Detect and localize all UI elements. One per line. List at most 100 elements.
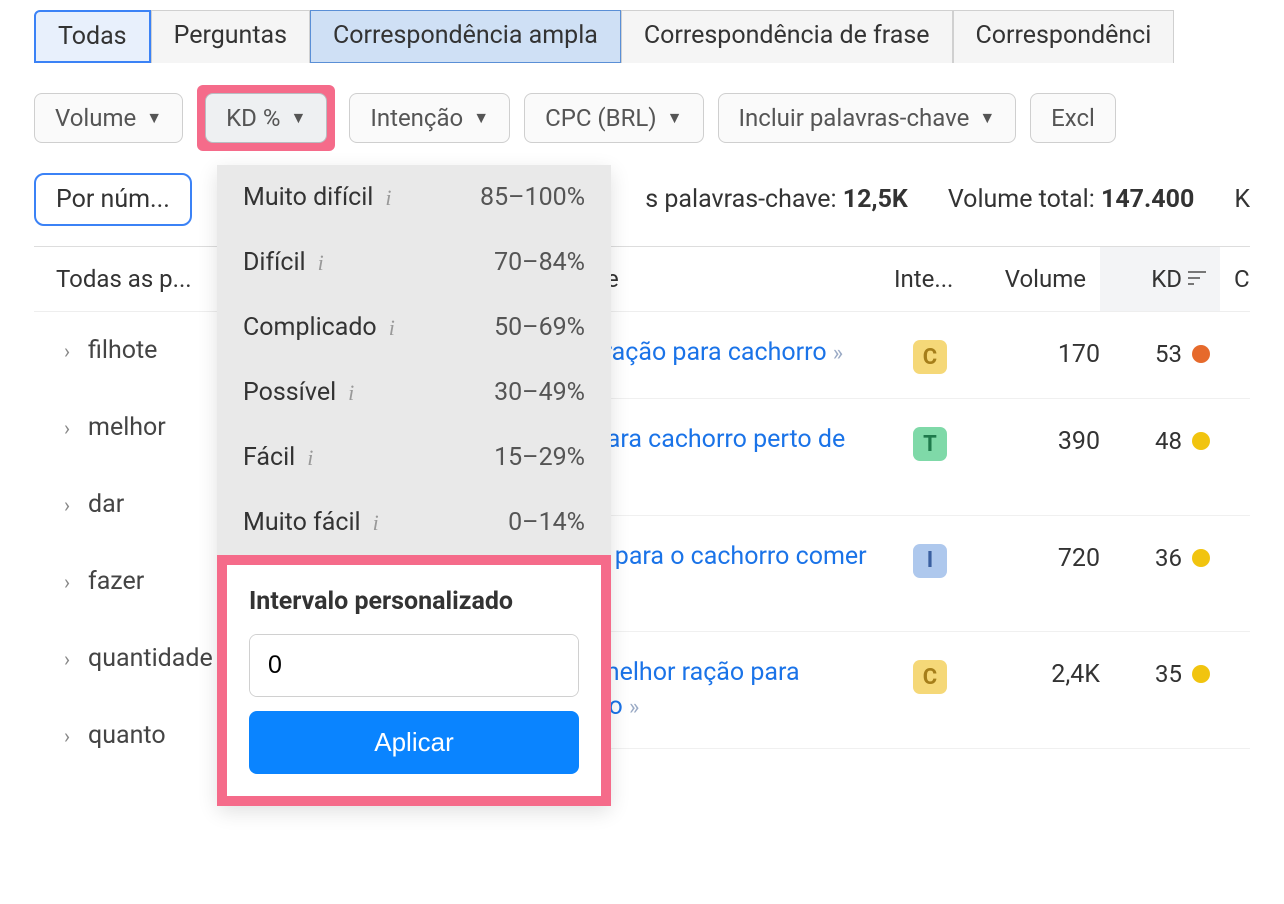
filter-kd-label: KD % xyxy=(226,104,280,132)
kd-difficulty-dot xyxy=(1192,432,1210,450)
custom-range-inputs xyxy=(249,634,579,697)
tab-perguntas[interactable]: Perguntas xyxy=(151,10,310,63)
filter-volume[interactable]: Volume ▼ xyxy=(34,93,183,143)
info-icon[interactable]: i xyxy=(348,380,354,406)
tab-correspondencia-exata[interactable]: Correspondênci xyxy=(953,10,1175,63)
kd-preset-option[interactable]: Fácili 15–29% xyxy=(217,425,611,490)
filter-incluir[interactable]: Incluir palavras-chave ▼ xyxy=(718,93,1017,143)
kd-difficulty-dot xyxy=(1192,665,1210,683)
kd-filter-highlight: KD % ▼ xyxy=(197,85,335,151)
chevron-right-icon: › xyxy=(64,724,70,748)
filter-excluir-label: Excl xyxy=(1051,104,1095,132)
volume-value: 720 xyxy=(980,540,1100,573)
total-keywords: s palavras-chave: 12,5K xyxy=(645,185,908,214)
kd-preset-range: 70–84% xyxy=(494,248,585,277)
kd-preset-option[interactable]: Complicado i 50–69% xyxy=(217,295,611,360)
kd-value: 35 xyxy=(1155,660,1182,688)
total-volume-value: 147.400 xyxy=(1101,185,1194,214)
sidebar-item-label: fazer xyxy=(88,567,144,596)
chevron-down-icon: ▼ xyxy=(290,108,306,128)
volume-value: 170 xyxy=(980,336,1100,369)
kd-value: 53 xyxy=(1155,340,1182,368)
chevron-down-icon: ▼ xyxy=(146,108,162,128)
kd-preset-range: 0–14% xyxy=(508,508,585,537)
filter-incluir-label: Incluir palavras-chave xyxy=(739,104,970,132)
kd-preset-label: Difícil xyxy=(243,248,306,277)
kd-preset-label: Possível xyxy=(243,378,336,407)
tab-todas[interactable]: Todas xyxy=(34,10,151,63)
col-kd-label: KD xyxy=(1151,265,1182,293)
tab-correspondencia-ampla[interactable]: Correspondência ampla xyxy=(310,10,621,63)
kd-difficulty-dot xyxy=(1192,549,1210,567)
total-keywords-value: 12,5K xyxy=(843,185,908,214)
sidebar-item-label: dar xyxy=(88,490,124,519)
summary-tail: K xyxy=(1234,185,1250,214)
summary-row: Por núm... s palavras-chave: 12,5K Volum… xyxy=(0,173,1284,246)
info-icon[interactable]: i xyxy=(318,250,324,276)
filter-volume-label: Volume xyxy=(55,104,136,132)
chevron-down-icon: ▼ xyxy=(473,108,489,128)
kd-dropdown: Muito difícil i 85–100% Difícil i 70–84% Compl… xyxy=(217,165,611,806)
sidebar-item-label: filhote xyxy=(88,336,157,365)
intent-badge: I xyxy=(913,544,947,578)
filter-excluir[interactable]: Excl xyxy=(1030,93,1116,143)
sidebar-item-label: melhor xyxy=(88,413,166,442)
chevron-right-icon: › xyxy=(64,647,70,671)
filter-cpc-label: CPC (BRL) xyxy=(545,104,657,132)
kd-preset-label: Muito fácil xyxy=(243,508,361,537)
custom-range-title: Intervalo personalizado xyxy=(249,587,579,616)
kd-preset-option[interactable]: Muito fácil i 0–14% xyxy=(217,490,611,555)
total-keywords-label: s palavras-chave: xyxy=(645,185,842,214)
kd-value: 48 xyxy=(1155,427,1182,455)
intent-badge: C xyxy=(913,340,947,374)
info-icon[interactable]: i xyxy=(389,315,395,341)
sort-desc-icon xyxy=(1188,269,1206,290)
range-from-input[interactable] xyxy=(250,635,579,696)
info-icon[interactable]: i xyxy=(385,185,391,211)
kd-difficulty-dot xyxy=(1192,345,1210,363)
match-tabs: Todas Perguntas Correspondência ampla Co… xyxy=(0,0,1284,63)
kd-preset-option[interactable]: Difícil i 70–84% xyxy=(217,230,611,295)
double-chevron-icon[interactable]: » xyxy=(833,341,843,366)
tab-correspondencia-frase[interactable]: Correspondência de frase xyxy=(621,10,953,63)
sidebar-item-label: quantidade xyxy=(88,644,213,673)
custom-range-box: Intervalo personalizado Aplicar xyxy=(217,555,611,806)
double-chevron-icon[interactable]: » xyxy=(629,695,639,720)
kd-preset-range: 85–100% xyxy=(480,183,585,212)
info-icon[interactable]: i xyxy=(307,445,313,471)
por-numero-pill[interactable]: Por núm... xyxy=(34,173,192,226)
filter-intencao[interactable]: Intenção ▼ xyxy=(349,93,510,143)
total-volume: Volume total: 147.400 xyxy=(948,185,1194,214)
chevron-down-icon: ▼ xyxy=(667,108,683,128)
filters-row: Volume ▼ KD % ▼ Intenção ▼ CPC (BRL) ▼ I… xyxy=(0,63,1284,173)
chevron-right-icon: › xyxy=(64,493,70,517)
total-volume-label: Volume total: xyxy=(948,185,1101,214)
chevron-right-icon: › xyxy=(64,416,70,440)
kd-preset-range: 50–69% xyxy=(494,313,585,342)
col-kd[interactable]: KD xyxy=(1100,247,1220,311)
kd-preset-label: Muito difícil xyxy=(243,183,373,212)
volume-value: 2,4K xyxy=(980,656,1100,689)
info-icon[interactable]: i xyxy=(373,510,379,536)
col-extra: C xyxy=(1220,247,1250,311)
apply-button[interactable]: Aplicar xyxy=(249,711,579,774)
filter-cpc[interactable]: CPC (BRL) ▼ xyxy=(524,93,703,143)
chevron-right-icon: › xyxy=(64,339,70,363)
col-intent[interactable]: Inte... xyxy=(880,247,980,311)
volume-value: 390 xyxy=(980,423,1100,456)
kd-preset-option[interactable]: Muito difícil i 85–100% xyxy=(217,165,611,230)
filter-intencao-label: Intenção xyxy=(370,104,463,132)
sidebar-item-label: quanto xyxy=(88,721,166,750)
kd-preset-range: 15–29% xyxy=(494,443,585,472)
chevron-right-icon: › xyxy=(64,570,70,594)
kd-preset-label: Fácil xyxy=(243,443,295,472)
kd-preset-option[interactable]: Possível i 30–49% xyxy=(217,360,611,425)
kd-preset-label: Complicado xyxy=(243,313,377,342)
filter-kd[interactable]: KD % ▼ xyxy=(205,93,327,143)
col-volume[interactable]: Volume xyxy=(980,247,1100,311)
chevron-down-icon: ▼ xyxy=(979,108,995,128)
kd-value: 36 xyxy=(1155,544,1182,572)
intent-badge: C xyxy=(913,660,947,694)
kd-preset-range: 30–49% xyxy=(494,378,585,407)
intent-badge: T xyxy=(913,427,947,461)
